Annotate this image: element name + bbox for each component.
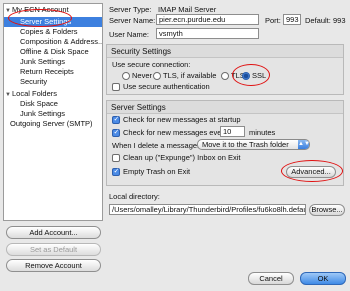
delete-action-value: Move it to the Trash folder (202, 140, 289, 149)
minutes-label: minutes (249, 128, 276, 137)
tree-item-local-folders[interactable]: ▼Local Folders (4, 89, 57, 99)
radio-tls[interactable] (221, 72, 229, 80)
server-settings-title: Server Settings (111, 103, 166, 112)
tree-item-label: Outgoing Server (SMTP) (10, 119, 93, 128)
tree-item-return-receipts[interactable]: Return Receipts (20, 67, 74, 77)
server-type-value: IMAP Mail Server (158, 5, 217, 14)
user-name-field[interactable]: vsmyth (156, 28, 259, 39)
server-settings-panel: Server Type: IMAP Mail Server Server Nam… (106, 0, 350, 291)
tree-item-label: Return Receipts (20, 67, 74, 76)
check-every-label: Check for new messages every (123, 128, 228, 137)
check-interval-field[interactable]: 10 (220, 126, 245, 137)
cancel-button[interactable]: Cancel (248, 272, 294, 285)
user-name-label: User Name: (109, 30, 150, 39)
check-at-startup-label: Check for new messages at startup (123, 115, 241, 124)
check-at-startup-checkbox[interactable] (112, 115, 120, 124)
radio-never-label: Never (132, 71, 153, 80)
default-label: Default: (305, 16, 331, 25)
radio-ssl-label: SSL (252, 71, 267, 80)
account-tree[interactable]: ▼My ECN Account Server Settings Copies &… (3, 3, 103, 221)
tree-item-disk-space[interactable]: Disk Space (20, 99, 58, 109)
tree-item-local-junk-settings[interactable]: Junk Settings (20, 109, 65, 119)
tree-item-label: Junk Settings (20, 109, 66, 118)
clean-up-label: Clean up ("Expunge") Inbox on Exit (123, 153, 241, 162)
tree-item-label: Server Settings (20, 17, 72, 26)
empty-trash-label: Empty Trash on Exit (123, 167, 191, 176)
server-type-label: Server Type: (109, 5, 152, 14)
security-settings-group: Security Settings Use secure connection:… (106, 44, 344, 95)
empty-trash-checkbox[interactable] (112, 167, 120, 176)
ok-button[interactable]: OK (300, 272, 346, 285)
browse-button[interactable]: Browse... (309, 204, 345, 216)
tree-item-junk-settings[interactable]: Junk Settings (20, 57, 65, 67)
account-label: My ECN Account (12, 5, 69, 14)
tree-item-security[interactable]: Security (20, 77, 47, 87)
use-secure-connection-label: Use secure connection: (112, 60, 191, 69)
delete-action-select[interactable]: Move it to the Trash folder ▲▼ (197, 139, 310, 150)
local-directory-label: Local directory: (109, 192, 160, 201)
server-name-label: Server Name: (109, 16, 156, 25)
radio-tls-if-available[interactable] (153, 72, 161, 80)
server-name-field[interactable]: pier.ecn.purdue.edu (156, 14, 259, 25)
check-every-checkbox[interactable] (112, 128, 120, 137)
tree-item-my-ecn-account[interactable]: ▼My ECN Account (4, 5, 69, 15)
radio-tls-if-available-label: TLS, if available (163, 71, 217, 80)
tree-item-label: Local Folders (12, 89, 58, 98)
select-arrows-icon: ▲▼ (298, 140, 310, 149)
radio-ssl[interactable] (242, 72, 250, 80)
tree-item-outgoing-server[interactable]: Outgoing Server (SMTP) (10, 119, 93, 129)
tree-item-label: Composition & Address... (20, 37, 103, 46)
set-default-button: Set as Default (6, 243, 101, 256)
local-directory-field[interactable]: /Users/omalley/Library/Thunderbird/Profi… (109, 204, 306, 215)
tree-item-server-settings[interactable]: Server Settings (4, 17, 102, 27)
disclosure-triangle-icon[interactable]: ▼ (4, 6, 12, 16)
security-settings-title: Security Settings (111, 47, 172, 56)
disclosure-triangle-icon[interactable]: ▼ (4, 90, 12, 100)
default-port-value: 993 (333, 16, 346, 25)
tree-item-composition[interactable]: Composition & Address... (20, 37, 103, 47)
remove-account-button[interactable]: Remove Account (6, 259, 101, 272)
tree-item-copies-folders[interactable]: Copies & Folders (20, 27, 78, 37)
tree-item-label: Copies & Folders (20, 27, 78, 36)
server-settings-group: Server Settings Check for new messages a… (106, 100, 344, 186)
advanced-button[interactable]: Advanced... (286, 166, 336, 178)
port-field[interactable]: 993 (283, 14, 301, 25)
port-label: Port: (265, 16, 281, 25)
when-delete-label: When I delete a message: (112, 141, 200, 150)
use-secure-authentication-label: Use secure authentication (123, 82, 210, 91)
tree-item-label: Security (20, 77, 48, 86)
tree-item-label: Junk Settings (20, 57, 66, 66)
radio-never[interactable] (122, 72, 130, 80)
tree-item-label: Offline & Disk Space (20, 47, 89, 56)
clean-up-checkbox[interactable] (112, 154, 120, 162)
tree-item-label: Disk Space (20, 99, 58, 108)
use-secure-authentication-checkbox[interactable] (112, 83, 120, 91)
add-account-button[interactable]: Add Account... (6, 226, 101, 239)
tree-item-offline-disk[interactable]: Offline & Disk Space (20, 47, 89, 57)
